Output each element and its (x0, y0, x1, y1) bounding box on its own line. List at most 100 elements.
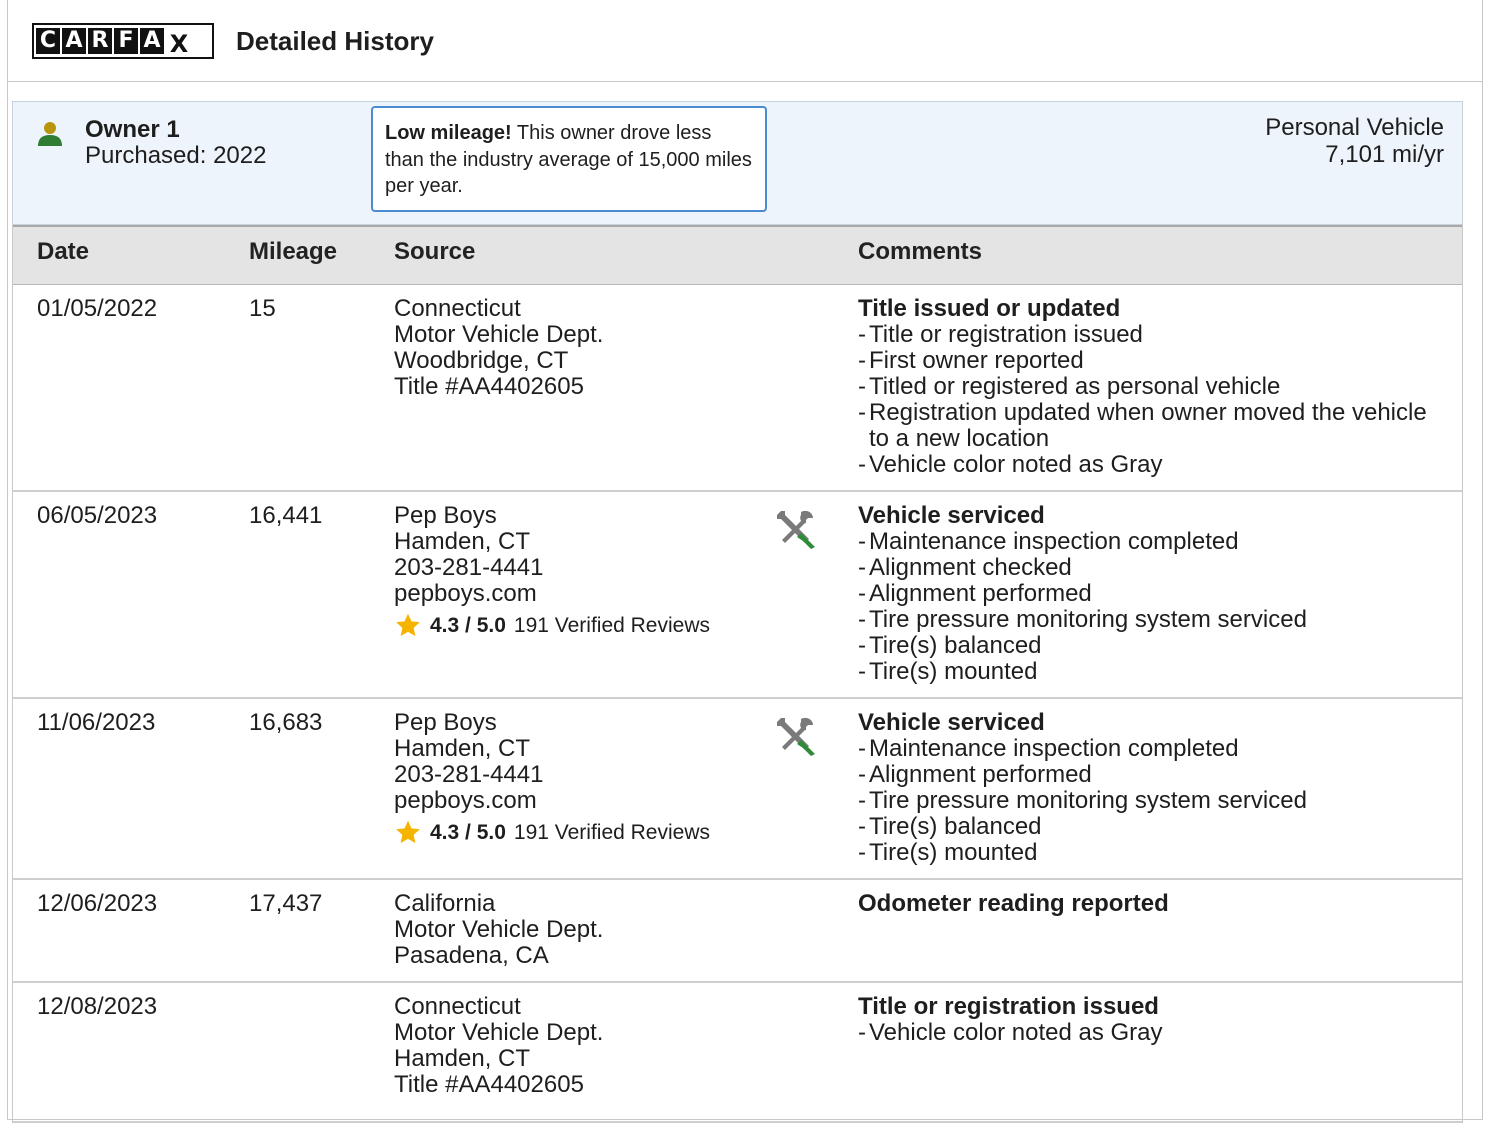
comment-title: Odometer reading reported (858, 890, 1169, 917)
owner-usage: Personal Vehicle 7,101 mi/yr (1265, 114, 1444, 168)
star-icon (396, 820, 420, 844)
table-header: Date Mileage Source Comments (13, 225, 1462, 285)
bullet-dash: - (858, 761, 866, 788)
table-row: 11/06/2023 16,683 Pep Boys Hamden, CT 203-28… (13, 699, 1462, 880)
column-header-mileage: Mileage (249, 238, 338, 265)
callout-heading: Low mileage! (385, 122, 512, 144)
row-comments: Vehicle serviced - Maintenance inspection … (858, 710, 1438, 866)
row-comments: Title issued or updated - Title or registr… (858, 296, 1438, 478)
bullet-dash: - (858, 632, 866, 659)
carfax-logo: C A R F A X (32, 23, 214, 59)
source-line: Connecticut (394, 295, 521, 322)
comment-text: Title or registration issued (869, 321, 1143, 348)
owner-summary-panel: Owner 1 Purchased: 2022 Low mileage! Thi… (12, 101, 1463, 225)
bullet-dash: - (858, 735, 866, 762)
row-mileage: 17,437 (249, 890, 323, 917)
comment-text: Tire(s) mounted (869, 658, 1038, 685)
comment-text: Tire(s) mounted (869, 839, 1038, 866)
wrench-screwdriver-icon (777, 510, 815, 549)
source-line: Pep Boys (394, 502, 497, 529)
review-count: 191 Verified Reviews (513, 613, 710, 637)
bullet-dash: - (858, 373, 866, 400)
source-line: Pep Boys (394, 709, 497, 736)
logo-letter: A (140, 28, 164, 54)
source-line: Title #AA4402605 (394, 373, 584, 400)
comment-item: - Tire(s) mounted (858, 840, 1438, 866)
table-row: 06/05/2023 16,441 Pep Boys Hamden, CT 203-28… (13, 492, 1462, 699)
comment-item: - Tire(s) mounted (858, 659, 1438, 685)
logo-letter: R (88, 28, 112, 54)
comment-item: - Tire pressure monitoring system service… (858, 788, 1438, 814)
comment-item: - Alignment checked (858, 555, 1438, 581)
comment-title: Title or registration issued (858, 993, 1159, 1020)
bullet-dash: - (858, 658, 866, 685)
comment-item: - Vehicle color noted as Gray (858, 452, 1438, 478)
table-row: 12/06/2023 17,437 California Motor Vehicle … (13, 880, 1462, 983)
comment-text: Alignment checked (869, 554, 1072, 581)
row-mileage: 16,441 (249, 502, 323, 529)
review-count: 191 Verified Reviews (513, 820, 710, 844)
source-line: Connecticut (394, 993, 521, 1020)
bullet-dash: - (858, 1019, 866, 1046)
source-line: Motor Vehicle Dept. (394, 1019, 604, 1046)
table-body: 01/05/2022 15 Connecticut Motor Vehicle Dep… (13, 285, 1462, 1123)
row-date: 11/06/2023 (37, 709, 156, 736)
comment-item: - Vehicle color noted as Gray (858, 1020, 1438, 1046)
rating-score: 4.3 / 5.0 (430, 820, 506, 844)
comment-text: Vehicle color noted as Gray (869, 1019, 1163, 1046)
comment-text: Maintenance inspection completed (869, 528, 1239, 555)
comment-text: Tire pressure monitoring system serviced (869, 787, 1307, 814)
comment-text: Vehicle color noted as Gray (869, 451, 1163, 478)
bullet-dash: - (858, 399, 866, 426)
logo-letter: A (62, 28, 86, 54)
comment-item: - Alignment performed (858, 762, 1438, 788)
comment-item: - Alignment performed (858, 581, 1438, 607)
source-rating[interactable]: 4.3 / 5.0 191 Verified Reviews (394, 612, 710, 639)
logo-letter: X (169, 29, 189, 58)
comment-item: - Tire(s) balanced (858, 633, 1438, 659)
comment-title: Vehicle serviced (858, 709, 1045, 736)
bullet-dash: - (858, 451, 866, 478)
low-mileage-callout: Low mileage! This owner drove less than … (371, 106, 767, 212)
comment-text: Maintenance inspection completed (869, 735, 1239, 762)
bullet-dash: - (858, 787, 866, 814)
source-line: Title #AA4402605 (394, 1071, 584, 1098)
comment-text: Tire(s) balanced (869, 632, 1042, 659)
star-icon (396, 613, 420, 637)
comment-text: Titled or registered as personal vehicle (869, 373, 1281, 400)
source-line: California (394, 890, 496, 917)
comment-item: - Tire pressure monitoring system service… (858, 607, 1438, 633)
history-table: Date Mileage Source Comments 01/05/2022 1… (12, 225, 1463, 1123)
bullet-dash: - (858, 606, 866, 633)
page-title: Detailed History (236, 26, 434, 56)
comment-item: - First owner reported (858, 348, 1438, 374)
source-line: Hamden, CT (394, 1045, 531, 1072)
rating-score: 4.3 / 5.0 (430, 613, 506, 637)
row-source: California Motor Vehicle Dept. Pasadena, C… (394, 891, 603, 969)
column-header-date: Date (37, 238, 90, 265)
source-website-link[interactable]: pepboys.com (394, 788, 710, 814)
person-icon (38, 122, 62, 146)
table-row: 12/08/2023 Connecticut Motor Vehicle Dept.… (13, 983, 1462, 1123)
comment-text: Registration updated when owner moved th… (869, 399, 1427, 452)
comment-text: Tire(s) balanced (869, 813, 1042, 840)
comment-text: First owner reported (869, 347, 1084, 374)
comment-text: Alignment performed (869, 580, 1092, 607)
row-date: 12/08/2023 (37, 993, 158, 1020)
source-rating[interactable]: 4.3 / 5.0 191 Verified Reviews (394, 819, 710, 846)
source-line: 203-281-4441 (394, 761, 544, 788)
bullet-dash: - (858, 580, 866, 607)
header-bar: C A R F A X Detailed History (8, 0, 1482, 82)
source-line: 203-281-4441 (394, 554, 544, 581)
source-website-link[interactable]: pepboys.com (394, 581, 710, 607)
column-header-comments: Comments (858, 238, 983, 265)
source-line: Hamden, CT (394, 528, 531, 555)
row-date: 01/05/2022 (37, 295, 158, 322)
bullet-dash: - (858, 839, 866, 866)
comment-title: Title issued or updated (858, 295, 1121, 322)
source-line: Woodbridge, CT (394, 347, 569, 374)
comment-item: - Tire(s) balanced (858, 814, 1438, 840)
column-header-source: Source (394, 238, 476, 265)
row-comments: Odometer reading reported (858, 891, 1438, 917)
comment-item: - Titled or registered as personal vehicl… (858, 374, 1438, 400)
